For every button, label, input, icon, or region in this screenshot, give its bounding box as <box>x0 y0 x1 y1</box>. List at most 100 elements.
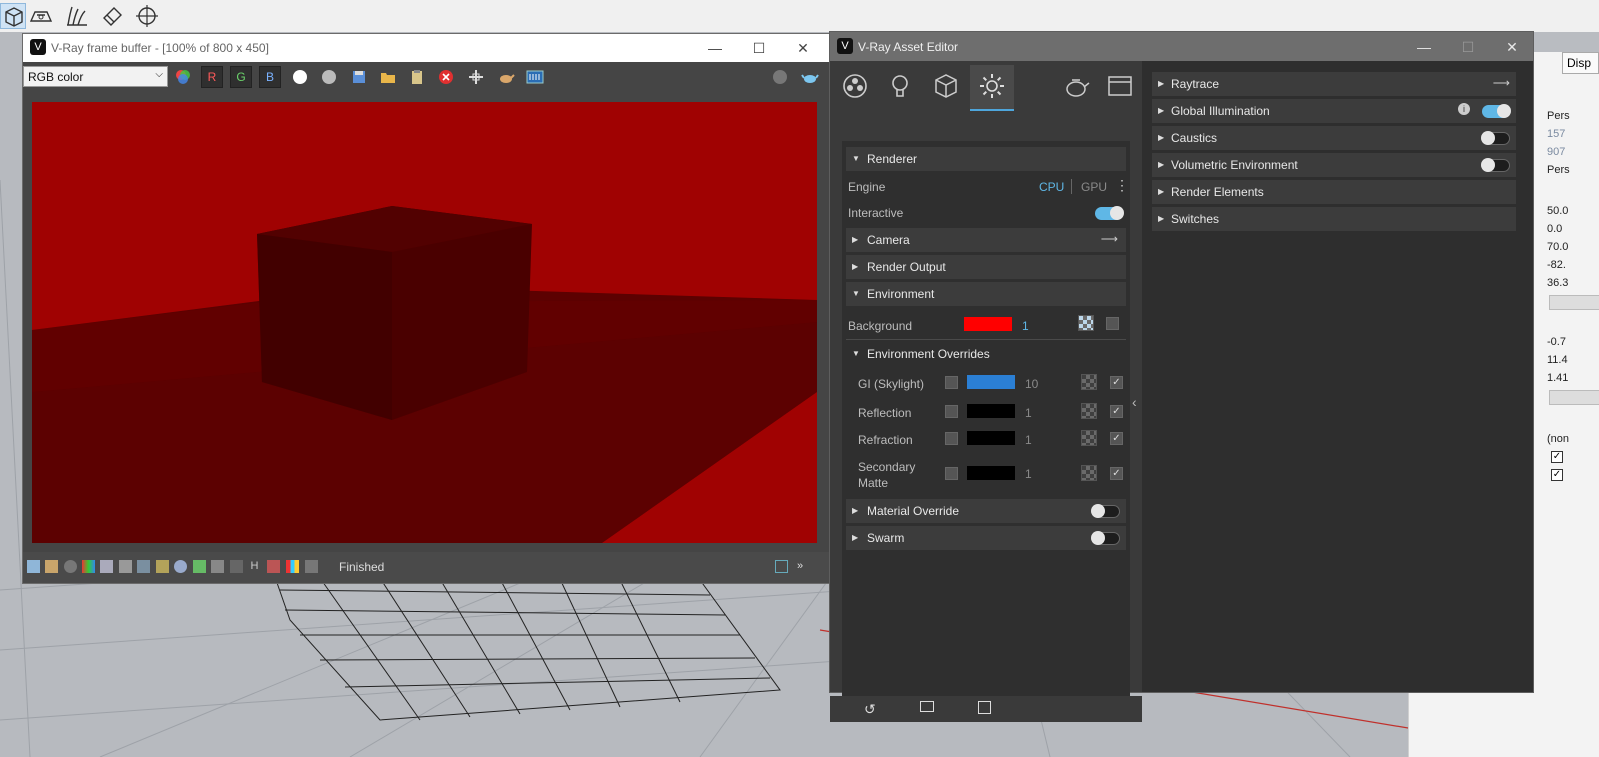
prop-value[interactable]: 0.0 <box>1547 223 1599 235</box>
render-output-section[interactable]: ▶ Render Output <box>846 255 1126 279</box>
volumetric-environment-section[interactable]: ▶ Volumetric Environment <box>1152 153 1516 177</box>
render-elements-section[interactable]: ▶ Render Elements <box>1152 180 1516 204</box>
background-color-swatch[interactable] <box>964 317 1012 331</box>
save-image-icon[interactable] <box>350 68 368 86</box>
hsl-icon[interactable]: H <box>248 560 261 573</box>
teapot-render-icon[interactable] <box>497 68 515 86</box>
switches-section[interactable]: ▶ Switches <box>1152 207 1516 231</box>
frame-buffer-titlebar[interactable]: V V-Ray frame buffer - [100% of 800 x 45… <box>23 34 845 62</box>
window-mode-icon[interactable] <box>775 560 788 573</box>
secondary-color-swatch[interactable] <box>967 466 1015 480</box>
render-interactive-tab[interactable] <box>1054 65 1098 111</box>
stop-render-icon[interactable] <box>771 68 789 86</box>
prop-value[interactable]: 50.0 <box>1547 205 1599 217</box>
volumetric-toggle[interactable] <box>1481 158 1510 172</box>
settings-tab[interactable] <box>970 65 1014 111</box>
minimize-button[interactable]: — <box>1416 39 1432 55</box>
environment-section[interactable]: ▼ Environment <box>846 282 1126 306</box>
region-render-icon[interactable] <box>467 68 485 86</box>
compare-icon[interactable] <box>267 560 280 573</box>
lights-tab[interactable] <box>878 65 922 111</box>
gi-texture-icon[interactable] <box>1081 374 1097 390</box>
more-options-icon[interactable]: ⋮ <box>1115 177 1129 194</box>
caustics-section[interactable]: ▶ Caustics <box>1152 126 1516 150</box>
close-button[interactable]: ✕ <box>795 40 811 56</box>
prop-value[interactable]: 1.41 <box>1547 372 1599 384</box>
gi-enable-checkbox[interactable]: ✓ <box>1110 376 1123 389</box>
arrow-right-icon[interactable]: ⟶ <box>1493 76 1510 90</box>
white-balance-icon[interactable] <box>174 560 187 573</box>
refraction-override-checkbox[interactable] <box>945 432 958 445</box>
expand-down-icon[interactable]: » <box>797 560 810 573</box>
minimize-button[interactable]: — <box>707 40 723 56</box>
close-button[interactable]: ✕ <box>1504 39 1520 55</box>
interactive-toggle[interactable] <box>1095 206 1124 220</box>
materials-tab[interactable] <box>833 65 877 111</box>
background-enable-checkbox[interactable] <box>1106 317 1119 330</box>
monochrome-icon[interactable] <box>320 68 338 86</box>
secondary-override-checkbox[interactable] <box>945 467 958 480</box>
gi-color-swatch[interactable] <box>967 375 1015 389</box>
crosshair-icon[interactable] <box>134 3 160 29</box>
blue-channel-button[interactable]: B <box>259 66 281 88</box>
environment-overrides-header[interactable]: ▼ Environment Overrides <box>846 343 1126 365</box>
refraction-enable-checkbox[interactable]: ✓ <box>1110 432 1123 445</box>
panel-icon[interactable] <box>27 560 40 573</box>
vfb-history-icon[interactable] <box>526 68 544 86</box>
clipboard-icon[interactable] <box>408 68 426 86</box>
reflection-color-swatch[interactable] <box>967 404 1015 418</box>
cpu-engine-button[interactable]: CPU <box>1039 180 1064 194</box>
material-override-toggle[interactable] <box>1091 504 1120 518</box>
renderer-section[interactable]: ▼ Renderer <box>846 147 1126 171</box>
prop-value[interactable]: -0.7 <box>1547 336 1599 348</box>
clear-image-icon[interactable] <box>437 68 455 86</box>
prop-value[interactable]: (non <box>1547 433 1599 445</box>
maximize-button[interactable]: ☐ <box>751 40 767 56</box>
secondary-multiplier[interactable]: 1 <box>1025 467 1032 481</box>
prop-value[interactable]: 36.3 <box>1547 277 1599 289</box>
info-icon[interactable]: i <box>1458 103 1470 115</box>
color-channels-icon[interactable] <box>174 68 192 86</box>
gpu-engine-button[interactable]: GPU <box>1081 180 1107 194</box>
gi-override-checkbox[interactable] <box>945 376 958 389</box>
gi-multiplier[interactable]: 10 <box>1025 377 1038 391</box>
arrow-right-icon[interactable]: ⟶ <box>1101 232 1118 246</box>
reflection-multiplier[interactable]: 1 <box>1025 406 1032 420</box>
reflection-override-checkbox[interactable] <box>945 405 958 418</box>
secondary-texture-icon[interactable] <box>1081 465 1097 481</box>
reflection-enable-checkbox[interactable]: ✓ <box>1110 405 1123 418</box>
camera-section[interactable]: ▶ Camera ⟶ <box>846 228 1126 252</box>
lut-icon[interactable] <box>193 560 206 573</box>
prop-value[interactable]: 11.4 <box>1547 354 1599 366</box>
secondary-enable-checkbox[interactable]: ✓ <box>1110 467 1123 480</box>
global-illumination-section[interactable]: ▶ Global Illumination i <box>1152 99 1516 123</box>
open-folder-icon[interactable] <box>379 68 397 86</box>
caustics-toggle[interactable] <box>1481 131 1510 145</box>
info-icon[interactable] <box>64 560 77 573</box>
box-icon[interactable] <box>0 3 26 29</box>
geometry-tab[interactable] <box>924 65 968 111</box>
color-correction-icon[interactable] <box>82 560 95 573</box>
prop-checkbox[interactable]: ✓ <box>1551 451 1563 463</box>
reset-icon[interactable]: ↺ <box>864 701 876 718</box>
layers-icon[interactable] <box>45 560 58 573</box>
refraction-color-swatch[interactable] <box>967 431 1015 445</box>
swarm-section[interactable]: ▶ Swarm <box>846 526 1126 550</box>
collapse-panel-icon[interactable]: ‹ <box>1132 394 1137 410</box>
background-image-icon[interactable] <box>211 560 224 573</box>
prop-value[interactable]: -82. <box>1547 259 1599 271</box>
curves-icon[interactable] <box>100 560 113 573</box>
prop-value[interactable]: 70.0 <box>1547 241 1599 253</box>
fur-icon[interactable] <box>64 3 90 29</box>
refraction-texture-icon[interactable] <box>1081 430 1097 446</box>
refraction-multiplier[interactable]: 1 <box>1025 433 1032 447</box>
open-folder-icon[interactable] <box>920 701 934 712</box>
teapot-icon[interactable] <box>801 68 819 86</box>
background-multiplier[interactable]: 1 <box>1022 319 1029 333</box>
reflection-texture-icon[interactable] <box>1081 403 1097 419</box>
gi-toggle[interactable] <box>1482 104 1511 118</box>
stamp-icon[interactable] <box>286 560 299 573</box>
prop-button[interactable] <box>1549 390 1599 405</box>
channel-select[interactable]: RGB color ⌵ <box>23 66 168 87</box>
material-override-section[interactable]: ▶ Material Override <box>846 499 1126 523</box>
